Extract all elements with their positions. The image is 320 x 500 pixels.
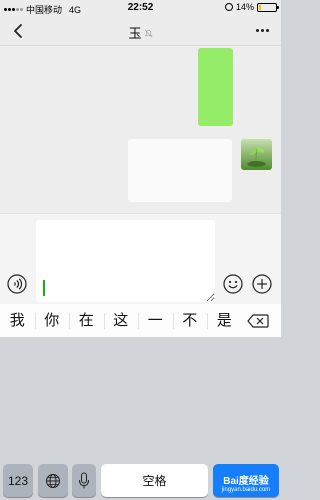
candidate-word[interactable]: 在 [69,304,104,338]
status-bar: 中国移动 4G 22:52 14% [0,0,281,16]
mute-bell-icon [143,29,153,38]
emoji-icon[interactable] [223,274,243,294]
candidate-bar: 我 你 在 这 一 不 是 [0,304,281,338]
numeric-key-label: 123 [7,473,29,488]
microphone-icon [79,472,89,488]
candidate-word[interactable]: 是 [207,304,242,338]
chat-area[interactable] [0,46,281,213]
contact-name: 玉 [128,26,142,41]
candidate-word[interactable]: 不 [172,304,208,338]
avatar-image [241,139,272,170]
message-bubble[interactable] [128,139,232,202]
more-dots-icon[interactable] [256,29,269,32]
globe-key[interactable] [38,464,68,497]
candidate-word[interactable]: 这 [103,304,139,338]
candidate-word[interactable]: 一 [138,304,173,338]
battery-icon [257,2,279,12]
numeric-key[interactable]: 123 [3,464,33,497]
space-key-label: 空格 [142,474,167,488]
globe-icon [46,473,60,488]
space-key[interactable]: 空格 [101,464,208,497]
mic-key[interactable] [72,464,96,497]
delete-icon [247,313,269,328]
chat-title[interactable]: 玉 [0,23,281,42]
alarm-icon [224,3,233,11]
battery-level [259,4,261,10]
battery-percent: 14% [235,2,254,12]
nav-bar: 玉 [0,16,281,46]
candidate-word[interactable]: 我 [0,304,35,338]
send-key[interactable] [213,464,279,497]
voice-icon[interactable] [7,274,27,294]
message-input[interactable] [36,220,215,302]
status-right: 14% [224,2,279,12]
sent-message-bubble[interactable] [198,48,233,126]
candidate-word[interactable]: 你 [34,304,70,338]
text-cursor [43,280,45,296]
plus-icon[interactable] [252,274,272,294]
delete-button[interactable] [242,304,275,338]
avatar[interactable] [241,139,272,170]
